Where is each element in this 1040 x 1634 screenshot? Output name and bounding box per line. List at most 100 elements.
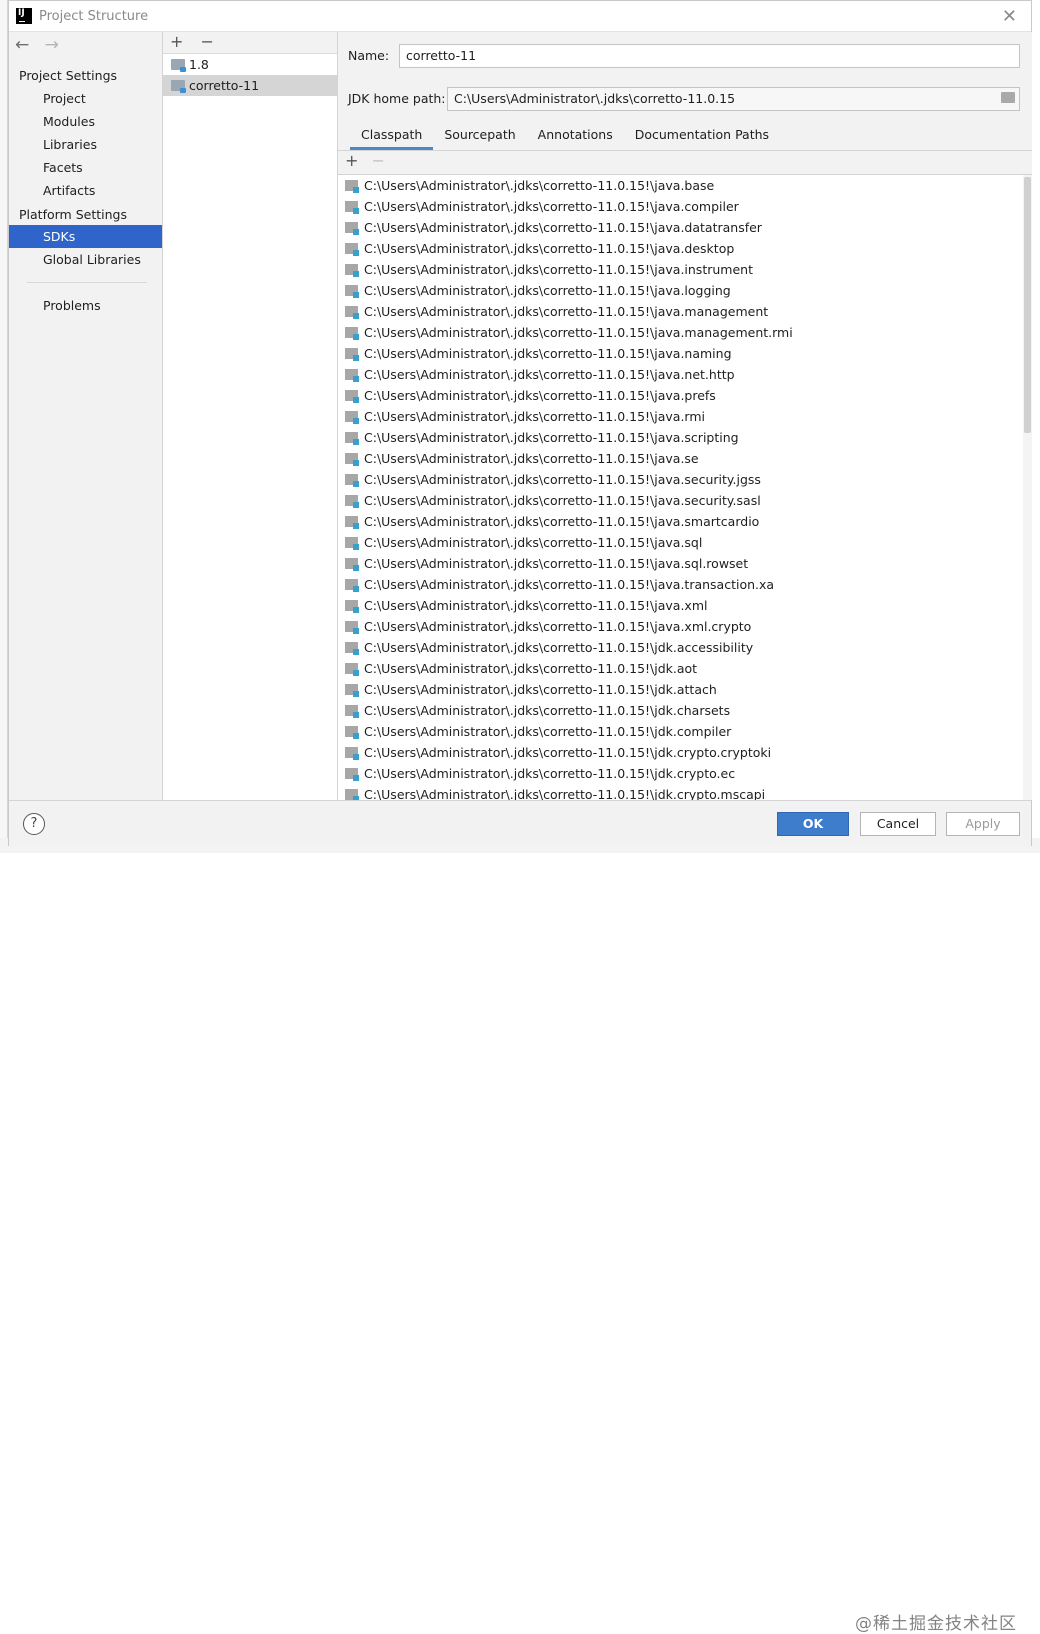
classpath-entry-path: C:\Users\Administrator\.jdks\corretto-11…	[364, 367, 735, 382]
jar-module-icon	[345, 663, 359, 676]
classpath-entry[interactable]: C:\Users\Administrator\.jdks\corretto-11…	[338, 343, 1032, 364]
nav-item-libraries[interactable]: Libraries	[9, 133, 162, 156]
classpath-entry[interactable]: C:\Users\Administrator\.jdks\corretto-11…	[338, 259, 1032, 280]
classpath-entry[interactable]: C:\Users\Administrator\.jdks\corretto-11…	[338, 322, 1032, 343]
classpath-entry[interactable]: C:\Users\Administrator\.jdks\corretto-11…	[338, 406, 1032, 427]
nav-item-global-libraries[interactable]: Global Libraries	[9, 248, 162, 271]
sdk-details-panel: Name: corretto-11 JDK home path: C:\User…	[338, 32, 1032, 800]
add-classpath-icon[interactable]: +	[345, 151, 358, 170]
classpath-entry[interactable]: C:\Users\Administrator\.jdks\corretto-11…	[338, 427, 1032, 448]
classpath-entry-path: C:\Users\Administrator\.jdks\corretto-11…	[364, 220, 762, 235]
classpath-entry[interactable]: C:\Users\Administrator\.jdks\corretto-11…	[338, 448, 1032, 469]
classpath-entry[interactable]: C:\Users\Administrator\.jdks\corretto-11…	[338, 511, 1032, 532]
classpath-toolbar: + −	[338, 151, 1032, 173]
jar-module-icon	[345, 579, 359, 592]
title-bar: IJ Project Structure ✕	[9, 1, 1031, 32]
forward-arrow-icon[interactable]: →	[45, 35, 59, 55]
cancel-button[interactable]: Cancel	[860, 812, 936, 836]
jar-module-icon	[345, 495, 359, 508]
ok-button[interactable]: OK	[777, 812, 849, 836]
classpath-entry[interactable]: C:\Users\Administrator\.jdks\corretto-11…	[338, 469, 1032, 490]
tab-sourcepath[interactable]: Sourcepath	[433, 124, 526, 150]
nav-item-project[interactable]: Project	[9, 87, 162, 110]
jar-module-icon	[345, 768, 359, 781]
classpath-entry[interactable]: C:\Users\Administrator\.jdks\corretto-11…	[338, 301, 1032, 322]
classpath-entry[interactable]: C:\Users\Administrator\.jdks\corretto-11…	[338, 532, 1032, 553]
remove-classpath-icon[interactable]: −	[372, 151, 385, 170]
name-field[interactable]: corretto-11	[399, 44, 1020, 68]
classpath-entry[interactable]: C:\Users\Administrator\.jdks\corretto-11…	[338, 616, 1032, 637]
nav-item-sdks[interactable]: SDKs	[9, 225, 162, 248]
classpath-list[interactable]: C:\Users\Administrator\.jdks\corretto-11…	[338, 174, 1032, 800]
jar-module-icon	[345, 684, 359, 697]
sdk-item-label: 1.8	[189, 57, 209, 72]
sdk-item-1-8[interactable]: 1.8	[163, 54, 337, 75]
classpath-entry[interactable]: C:\Users\Administrator\.jdks\corretto-11…	[338, 553, 1032, 574]
classpath-entry[interactable]: C:\Users\Administrator\.jdks\corretto-11…	[338, 721, 1032, 742]
classpath-entry[interactable]: C:\Users\Administrator\.jdks\corretto-11…	[338, 637, 1032, 658]
remove-sdk-icon[interactable]: −	[201, 32, 214, 51]
classpath-entry[interactable]: C:\Users\Administrator\.jdks\corretto-11…	[338, 784, 1032, 800]
classpath-entry-path: C:\Users\Administrator\.jdks\corretto-11…	[364, 178, 715, 193]
classpath-entry-path: C:\Users\Administrator\.jdks\corretto-11…	[364, 535, 703, 550]
jar-module-icon	[345, 705, 359, 718]
jar-module-icon	[345, 327, 359, 340]
classpath-entry[interactable]: C:\Users\Administrator\.jdks\corretto-11…	[338, 763, 1032, 784]
classpath-entry[interactable]: C:\Users\Administrator\.jdks\corretto-11…	[338, 196, 1032, 217]
watermark: @稀土掘金技术社区	[855, 1614, 1017, 1634]
classpath-entry-path: C:\Users\Administrator\.jdks\corretto-11…	[364, 409, 705, 424]
jdk-home-path-field[interactable]: C:\Users\Administrator\.jdks\corretto-11…	[447, 87, 1020, 111]
classpath-entry[interactable]: C:\Users\Administrator\.jdks\corretto-11…	[338, 217, 1032, 238]
classpath-entry[interactable]: C:\Users\Administrator\.jdks\corretto-11…	[338, 490, 1032, 511]
jar-module-icon	[345, 180, 359, 193]
add-sdk-icon[interactable]: +	[170, 32, 183, 51]
jar-module-icon	[345, 411, 359, 424]
classpath-entry[interactable]: C:\Users\Administrator\.jdks\corretto-11…	[338, 679, 1032, 700]
apply-button[interactable]: Apply	[946, 812, 1020, 836]
classpath-entry[interactable]: C:\Users\Administrator\.jdks\corretto-11…	[338, 700, 1032, 721]
jar-module-icon	[345, 621, 359, 634]
help-icon[interactable]: ?	[23, 813, 45, 835]
nav-history: ← →	[15, 35, 69, 55]
classpath-entry[interactable]: C:\Users\Administrator\.jdks\corretto-11…	[338, 385, 1032, 406]
classpath-entry-path: C:\Users\Administrator\.jdks\corretto-11…	[364, 283, 731, 298]
jar-module-icon	[345, 306, 359, 319]
classpath-entry-path: C:\Users\Administrator\.jdks\corretto-11…	[364, 430, 739, 445]
back-arrow-icon[interactable]: ←	[15, 35, 29, 55]
jar-module-icon	[345, 537, 359, 550]
tab-annotations[interactable]: Annotations	[527, 124, 624, 150]
classpath-entry[interactable]: C:\Users\Administrator\.jdks\corretto-11…	[338, 574, 1032, 595]
jar-module-icon	[345, 726, 359, 739]
tab-classpath[interactable]: Classpath	[350, 124, 434, 150]
intellij-app-icon: IJ	[16, 8, 32, 24]
classpath-entry[interactable]: C:\Users\Administrator\.jdks\corretto-11…	[338, 280, 1032, 301]
classpath-entry-path: C:\Users\Administrator\.jdks\corretto-11…	[364, 451, 699, 466]
classpath-entry-path: C:\Users\Administrator\.jdks\corretto-11…	[364, 346, 732, 361]
tab-documentation-paths[interactable]: Documentation Paths	[624, 124, 780, 150]
nav-item-facets[interactable]: Facets	[9, 156, 162, 179]
jdk-home-label: JDK home path:	[348, 91, 446, 106]
classpath-entry-path: C:\Users\Administrator\.jdks\corretto-11…	[364, 304, 769, 319]
jdk-folder-icon	[171, 80, 186, 93]
close-icon[interactable]: ✕	[1002, 6, 1017, 27]
classpath-entry[interactable]: C:\Users\Administrator\.jdks\corretto-11…	[338, 595, 1032, 616]
classpath-entry[interactable]: C:\Users\Administrator\.jdks\corretto-11…	[338, 175, 1032, 196]
sdk-item-corretto-11[interactable]: corretto-11	[163, 75, 337, 96]
classpath-entry-path: C:\Users\Administrator\.jdks\corretto-11…	[364, 598, 708, 613]
scrollbar-thumb[interactable]	[1024, 177, 1031, 433]
classpath-entry[interactable]: C:\Users\Administrator\.jdks\corretto-11…	[338, 364, 1032, 385]
classpath-entry-path: C:\Users\Administrator\.jdks\corretto-11…	[364, 577, 775, 592]
nav-item-problems[interactable]: Problems	[9, 294, 162, 317]
jar-module-icon	[345, 747, 359, 760]
classpath-entry[interactable]: C:\Users\Administrator\.jdks\corretto-11…	[338, 742, 1032, 763]
nav-item-artifacts[interactable]: Artifacts	[9, 179, 162, 202]
classpath-entry[interactable]: C:\Users\Administrator\.jdks\corretto-11…	[338, 658, 1032, 679]
jar-module-icon	[345, 600, 359, 613]
classpath-entry[interactable]: C:\Users\Administrator\.jdks\corretto-11…	[338, 238, 1032, 259]
browse-folder-icon[interactable]	[1001, 92, 1015, 103]
project-structure-dialog: IJ Project Structure ✕ ← → Project Setti…	[8, 0, 1032, 1634]
classpath-entry-path: C:\Users\Administrator\.jdks\corretto-11…	[364, 514, 760, 529]
classpath-scrollbar[interactable]	[1023, 175, 1032, 800]
nav-item-modules[interactable]: Modules	[9, 110, 162, 133]
classpath-entry-path: C:\Users\Administrator\.jdks\corretto-11…	[364, 682, 717, 697]
